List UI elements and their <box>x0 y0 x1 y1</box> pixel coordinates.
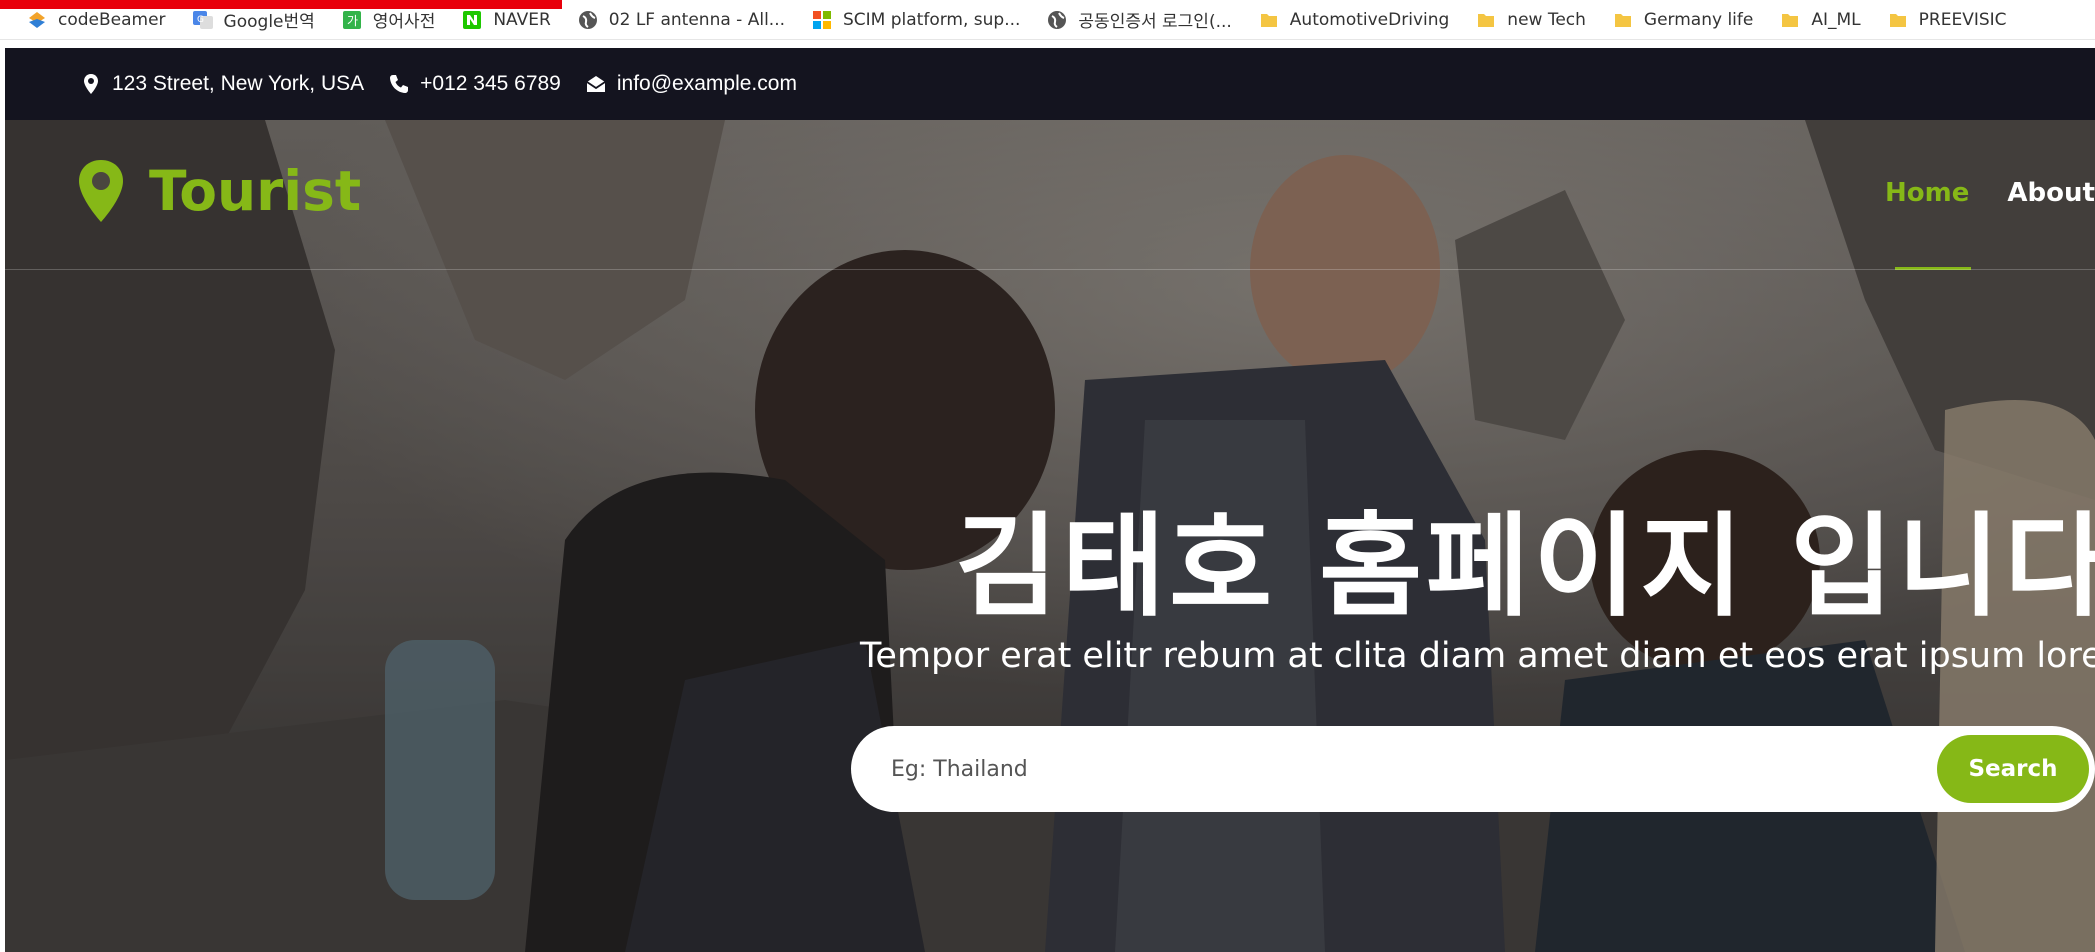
bookmark-label: SCIM platform, sup... <box>843 9 1021 30</box>
contact-phone: +012 345 6789 <box>388 72 561 96</box>
codebeamer-icon <box>26 9 48 31</box>
bookmark-folder-germany[interactable]: Germany life <box>1612 0 1754 39</box>
hero-subtitle: Tempor erat elitr rebum at clita diam am… <box>860 636 2095 676</box>
destination-search-input[interactable] <box>891 726 1931 812</box>
phone-text: +012 345 6789 <box>420 72 561 95</box>
contact-email: info@example.com <box>585 72 797 96</box>
folder-icon <box>1887 9 1909 31</box>
destination-search-bar: Search <box>851 726 2095 812</box>
contact-topbar: 123 Street, New York, USA +012 345 6789 … <box>5 48 2095 120</box>
bookmark-label: NAVER <box>493 9 551 30</box>
bookmark-label: new Tech <box>1507 9 1586 30</box>
google-translate-icon: G <box>192 9 214 31</box>
dictionary-icon: 가 <box>341 9 363 31</box>
bookmark-label: 02 LF antenna - All... <box>608 9 785 30</box>
hero-title: 김태호 홈페이지 입니다 <box>955 502 2095 632</box>
brand-name: Tourist <box>149 159 362 223</box>
bookmark-folder-ai-ml[interactable]: AI_ML <box>1779 0 1861 39</box>
search-button[interactable]: Search <box>1937 735 2089 803</box>
folder-icon <box>1258 9 1280 31</box>
nav-home[interactable]: Home <box>1885 178 1969 208</box>
nav-about[interactable]: About <box>2007 178 2095 208</box>
navbar-divider <box>5 269 2095 270</box>
bookmark-label: 공동인증서 로그인(... <box>1078 12 1232 32</box>
address-text: 123 Street, New York, USA <box>112 72 365 95</box>
bookmark-label: AI_ML <box>1811 9 1861 30</box>
bookmark-lf-antenna[interactable]: 02 LF antenna - All... <box>577 0 785 39</box>
map-marker-icon <box>79 160 123 222</box>
map-marker-icon <box>84 74 98 94</box>
microsoft-icon <box>811 9 833 31</box>
phone-icon <box>390 75 409 93</box>
bookmark-certificate-login[interactable]: 공동인증서 로그인(... <box>1046 0 1232 39</box>
bookmark-label: Germany life <box>1643 9 1754 30</box>
folder-icon <box>1612 9 1634 31</box>
bookmark-label: AutomotiveDriving <box>1289 9 1450 30</box>
svg-text:가: 가 <box>347 14 358 28</box>
folder-icon <box>1779 9 1801 31</box>
bookmark-label: codeBeamer <box>58 9 166 30</box>
bookmark-label: Google번역 <box>223 12 315 32</box>
bookmark-label: PREEVISIC <box>1918 9 2007 30</box>
brand-logo[interactable]: Tourist <box>77 158 361 224</box>
folder-icon <box>1475 9 1497 31</box>
hero-section: Tourist Home About 김태호 홈페이지 입니다 Tempor e… <box>5 120 2095 952</box>
envelope-open-icon <box>586 76 606 92</box>
contact-address: 123 Street, New York, USA <box>80 72 364 96</box>
bookmark-folder-new-tech[interactable]: new Tech <box>1475 0 1586 39</box>
email-text[interactable]: info@example.com <box>617 72 797 96</box>
main-nav: Home About <box>1885 178 2095 208</box>
bookmark-scim-platform[interactable]: SCIM platform, sup... <box>811 0 1021 39</box>
red-annotation-mark <box>0 0 562 9</box>
bookmark-label: 영어사전 <box>372 12 436 32</box>
bookmark-folder-automotive[interactable]: AutomotiveDriving <box>1258 0 1450 39</box>
svg-text:G: G <box>197 15 204 25</box>
globe-icon <box>577 9 599 31</box>
bookmark-folder-preevision[interactable]: PREEVISIC <box>1887 0 2007 39</box>
globe-icon <box>1046 9 1068 31</box>
naver-icon <box>461 9 483 31</box>
